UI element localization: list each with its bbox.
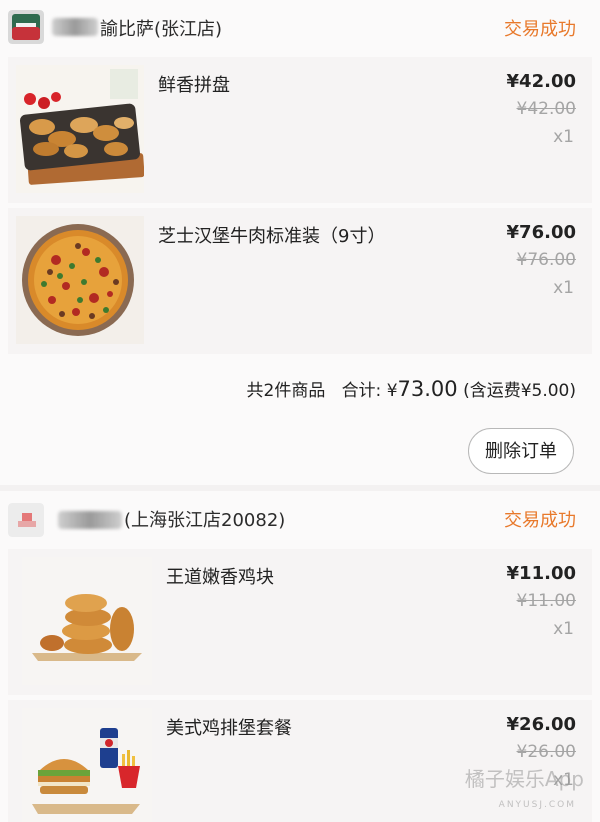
fried-platter-image [16,65,144,193]
watermark-url: ANYUSJ.COM [498,800,576,810]
item-price: ¥76.00 [506,222,576,243]
shop-header[interactable]: (上海张江店20082) 交易成功 [0,491,600,543]
order-card: 諭比萨(张江店) 交易成功 鲜香拼盘 ¥42.00 ¥42.00 x1 芝士汉堡… [0,0,600,485]
order-status: 交易成功 [504,510,576,531]
delete-order-button[interactable]: 删除订单 [468,428,574,474]
total-label: 合计: [341,381,382,401]
watermark: 橘子娱乐App [464,767,584,791]
item-original-price: ¥26.00 [516,742,576,762]
item-original-price: ¥11.00 [516,591,576,611]
item-quantity: x1 [553,127,574,147]
item-price: ¥26.00 [506,714,576,735]
item-price: ¥11.00 [506,563,576,584]
item-price: ¥42.00 [506,71,576,92]
item-name: 鲜香拼盘 [158,75,230,96]
shop-name-redacted [58,511,122,529]
item-count: 共2件商品 [246,381,326,401]
item-original-price: ¥42.00 [516,99,576,119]
order-total: 73.00 [397,377,458,401]
pizza-shop-logo-icon [8,10,44,44]
shop-header[interactable]: 諭比萨(张江店) 交易成功 [0,0,600,52]
pizza-image [16,216,144,344]
order-item[interactable]: 芝士汉堡牛肉标准装（9寸） ¥76.00 ¥76.00 x1 [8,208,592,354]
order-status: 交易成功 [504,19,576,40]
shop-name: 諭比萨(张江店) [100,19,223,40]
order-item[interactable]: 王道嫩香鸡块 ¥11.00 ¥11.00 x1 [8,549,592,695]
order-summary: 共2件商品 合计: ¥73.00 (含运费¥5.00) [247,376,576,401]
burger-combo-image [22,708,152,822]
item-name: 王道嫩香鸡块 [166,567,274,588]
item-original-price: ¥76.00 [516,250,576,270]
item-name: 美式鸡排堡套餐 [166,718,292,739]
shipping-note: (含运费¥5.00) [463,381,576,401]
item-quantity: x1 [553,278,574,298]
shop-name-redacted [52,18,98,36]
currency-symbol: ¥ [386,381,398,401]
shop-name: (上海张江店20082) [124,510,286,531]
item-name: 芝士汉堡牛肉标准装（9寸） [158,226,386,247]
burger-shop-logo-icon [8,503,44,537]
chicken-nuggets-image [22,557,152,685]
order-item[interactable]: 鲜香拼盘 ¥42.00 ¥42.00 x1 [8,57,592,203]
item-quantity: x1 [553,619,574,639]
